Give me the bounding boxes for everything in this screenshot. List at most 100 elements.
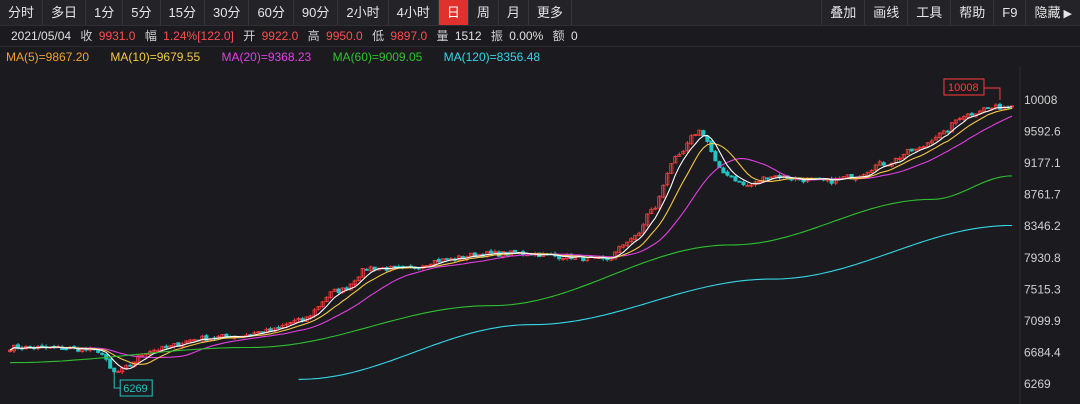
candle-body-247 <box>997 103 1002 110</box>
candle-body-179 <box>725 171 730 176</box>
candle-body-109 <box>444 258 449 261</box>
candle-body-25 <box>108 358 113 369</box>
amount-value: 0 <box>570 29 578 43</box>
ma5-legend: MA(5)=9867.20 <box>6 50 90 64</box>
y-tick-label-9: 6269 <box>1024 377 1051 391</box>
ma60-line <box>9 175 1013 364</box>
candle-body-49 <box>204 335 209 342</box>
y-tick-label-7: 7099.9 <box>1024 314 1061 328</box>
candle-body-175 <box>709 140 714 152</box>
triangle-right-icon: ▶ <box>1060 8 1072 20</box>
candle-body-107 <box>436 259 441 263</box>
candle-body-82 <box>336 288 341 293</box>
candle-body-181 <box>733 176 738 182</box>
tool-button-3[interactable]: 帮助 <box>950 0 993 25</box>
period-tab-12[interactable]: 月 <box>499 0 529 25</box>
period-tab-13[interactable]: 更多 <box>529 0 572 25</box>
period-tabs: 分时 多日 1分 5分 15分 30分 60分 90分 2小时 4小时日周月更多 <box>0 0 572 25</box>
candle-body-84 <box>344 287 349 290</box>
candle-body-234 <box>945 130 950 133</box>
candle-body-96 <box>392 265 397 268</box>
candle-body-23 <box>100 353 105 355</box>
min-label: 6269 <box>123 383 147 395</box>
period-tab-7[interactable]: 90分 <box>294 0 339 25</box>
candle-body-180 <box>729 175 734 178</box>
ma10-legend: MA(10)=9679.55 <box>110 50 201 64</box>
candle-body-183 <box>741 181 746 186</box>
y-tick-label-2: 9177.1 <box>1024 156 1061 170</box>
candle-body-182 <box>737 180 742 183</box>
period-tab-10[interactable]: 日 <box>438 0 469 25</box>
ma20-legend: MA(20)=9368.23 <box>221 50 312 64</box>
ma20-line <box>9 115 1013 359</box>
candle-body-30 <box>128 364 133 367</box>
open-value: 9922.0 <box>261 29 299 43</box>
ma120-line <box>298 224 1012 380</box>
quote-info-bar: 2021/05/04 收 9931.0 幅 1.24%[122.0] 开 992… <box>0 26 1080 47</box>
period-tab-4[interactable]: 15分 <box>161 0 205 25</box>
candle-body-176 <box>713 151 718 162</box>
tool-button-2[interactable]: 工具 <box>907 0 950 25</box>
y-tick-label-6: 7515.3 <box>1024 282 1061 296</box>
candlestick-chart[interactable]: 10008 9592.6 9177.1 8761.7 8346.2 7930.8 7515.… <box>0 66 1080 404</box>
change-label: 幅 <box>144 29 157 43</box>
ma5-line <box>9 106 1013 370</box>
tool-button-1[interactable]: 画线 <box>864 0 907 25</box>
candle-body-240 <box>969 113 974 116</box>
candle-body-225 <box>909 148 914 152</box>
open-label: 开 <box>243 29 256 43</box>
period-tab-3[interactable]: 5分 <box>123 0 161 25</box>
candle-body-27 <box>116 371 121 373</box>
period-tab-1[interactable]: 多日 <box>43 0 87 25</box>
candle-body-184 <box>745 184 750 187</box>
low-value: 9897.0 <box>390 29 428 43</box>
amount-label: 额 <box>552 29 565 43</box>
period-tab-2[interactable]: 1分 <box>86 0 124 25</box>
y-tick-label-3: 8761.7 <box>1024 188 1061 202</box>
period-tab-6[interactable]: 60分 <box>249 0 294 25</box>
candle-body-189 <box>765 177 770 180</box>
close-label: 收 <box>80 29 93 43</box>
period-tab-11[interactable]: 周 <box>469 0 499 25</box>
close-value: 9931.0 <box>98 29 136 43</box>
high-label: 高 <box>307 29 320 43</box>
candle-body-195 <box>789 178 794 181</box>
high-value: 9950.0 <box>326 29 363 43</box>
tool-buttons: 叠加 画线 工具 帮助 F9 隐藏 ▶ <box>821 0 1080 25</box>
y-tick-label-5: 7930.8 <box>1024 251 1061 265</box>
candle-body-89 <box>364 268 369 271</box>
y-tick-label-0: 10008 <box>1024 93 1058 107</box>
volume-label: 量 <box>436 29 449 43</box>
moving-average-legend: MA(5)=9867.20 MA(10)=9679.55 MA(20)=9368… <box>0 48 1080 66</box>
tool-button-0[interactable]: 叠加 <box>821 0 864 25</box>
candle-body-120 <box>488 250 493 254</box>
candle-body-67 <box>276 326 281 329</box>
ma120-legend: MA(120)=8356.48 <box>443 50 541 64</box>
period-tab-5[interactable]: 30分 <box>205 0 250 25</box>
candle-body-218 <box>881 162 886 166</box>
y-tick-label-8: 6684.4 <box>1024 345 1061 359</box>
period-toolbar: 分时 多日 1分 5分 15分 30分 60分 90分 2小时 4小时日周月更多 叠加 画线 工具 帮助… <box>0 0 1080 26</box>
max-label: 10008 <box>948 82 979 94</box>
y-tick-label-1: 9592.6 <box>1024 125 1061 139</box>
tool-button-5[interactable]: 隐藏 ▶ <box>1025 0 1080 25</box>
volume-value: 1512 <box>454 29 482 43</box>
y-tick-label-4: 8346.2 <box>1024 219 1061 233</box>
candle-body-14 <box>64 348 69 351</box>
candle-body-39 <box>164 345 169 349</box>
period-tab-0[interactable]: 分时 <box>0 0 44 25</box>
tool-button-4[interactable]: F9 <box>993 0 1025 25</box>
period-tab-8[interactable]: 2小时 <box>338 0 389 25</box>
amplitude-value: 0.00% <box>509 29 544 43</box>
quote-date: 2021/05/04 <box>11 29 72 43</box>
low-label: 低 <box>372 29 385 43</box>
period-tab-9[interactable]: 4小时 <box>389 0 439 25</box>
ma60-legend: MA(60)=9009.05 <box>332 50 423 64</box>
amplitude-label: 振 <box>490 29 503 43</box>
candle-body-54 <box>224 333 229 337</box>
change-value: 1.24%[122.0] <box>163 29 234 43</box>
candle-body-91 <box>372 266 377 271</box>
candle-body-173 <box>701 130 706 137</box>
candle-body-178 <box>721 167 726 174</box>
max-pointer <box>983 87 1001 100</box>
